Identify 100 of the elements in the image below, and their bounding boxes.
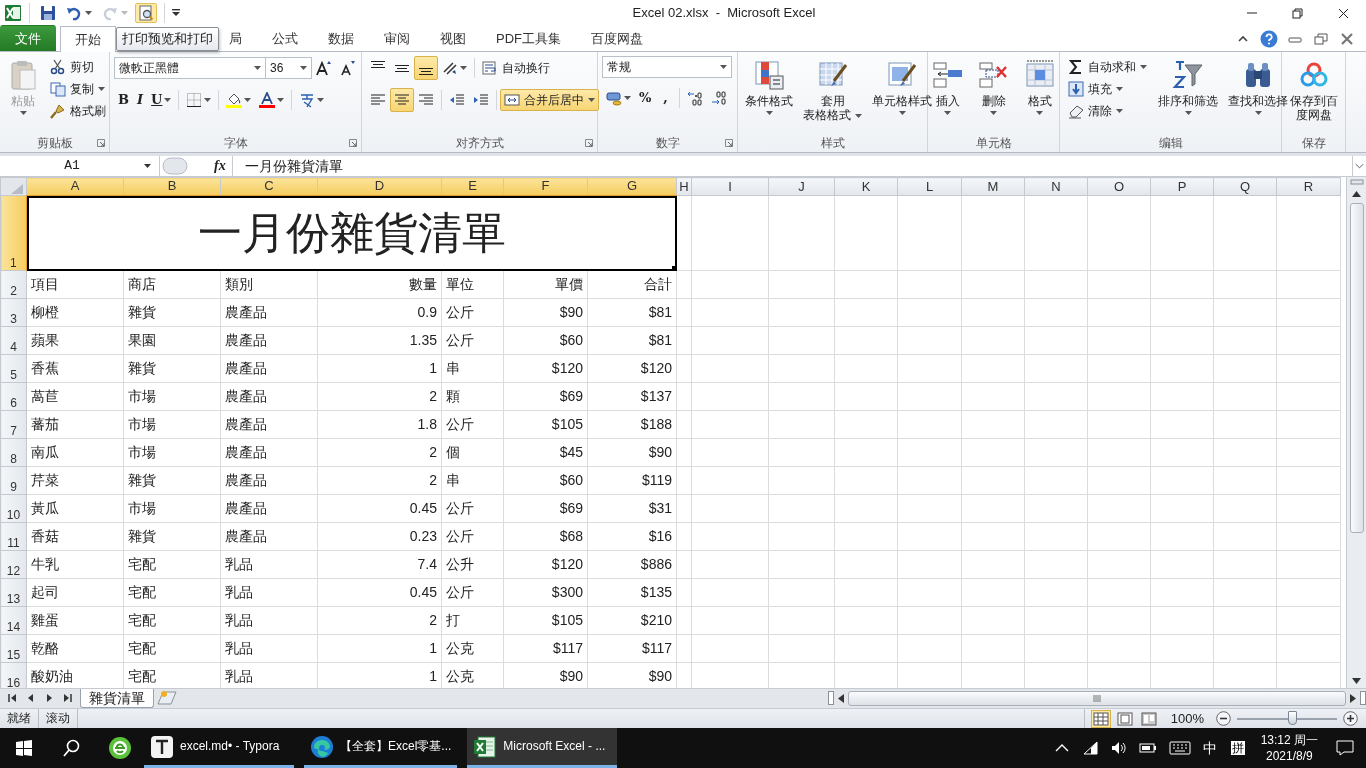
ribbon-tab[interactable]: 文件 (0, 25, 56, 51)
row-header[interactable]: 1 (0, 195, 27, 271)
ribbon-tab[interactable]: 开始 (60, 26, 116, 52)
fill-button[interactable]: 填充 (1064, 78, 1151, 100)
expand-formula-icon[interactable] (1352, 156, 1366, 176)
column-header[interactable]: F (503, 177, 588, 196)
row-header[interactable]: 11 (0, 522, 27, 551)
row-header[interactable]: 3 (0, 298, 27, 327)
sort-filter-button[interactable]: 排序和筛选 (1155, 56, 1221, 134)
scroll-right-icon[interactable] (1350, 693, 1356, 703)
ribbon-tab[interactable]: 数据 (313, 25, 369, 51)
number-format-field[interactable]: 常规 (602, 56, 732, 78)
merge-center-button[interactable]: 合并后居中 (500, 89, 599, 111)
row-header[interactable]: 4 (0, 326, 27, 355)
column-header[interactable]: L (897, 177, 962, 196)
vertical-scrollbar[interactable] (1346, 177, 1366, 688)
column-header[interactable]: O (1087, 177, 1151, 196)
dialog-launcher-icon[interactable] (585, 139, 593, 147)
speaker-icon[interactable] (1110, 741, 1127, 755)
format-as-table-button[interactable]: 套用 表格格式 (800, 56, 865, 134)
scroll-up-icon[interactable] (1352, 191, 1361, 197)
percent-button[interactable]: % (635, 86, 656, 110)
conditional-formatting-button[interactable]: 条件格式 (742, 56, 796, 134)
ribbon-tab[interactable]: 公式 (257, 25, 313, 51)
row-header[interactable]: 15 (0, 634, 27, 663)
cut-button[interactable]: 剪切 (46, 56, 110, 78)
cell-styles-button[interactable]: 单元格样式 (869, 56, 935, 134)
zoom-in-icon[interactable] (1343, 711, 1358, 726)
restore-icon[interactable] (1314, 32, 1328, 45)
notification-icon[interactable] (1336, 740, 1354, 756)
view-button[interactable] (1090, 709, 1111, 728)
row-header[interactable]: 16 (0, 662, 27, 688)
scroll-thumb[interactable] (1349, 203, 1364, 533)
view-button[interactable] (1138, 709, 1159, 728)
help-icon[interactable] (1260, 29, 1278, 48)
clock-date[interactable]: 2021/8/9 (1260, 748, 1318, 765)
ribbon-tab[interactable]: 视图 (425, 25, 481, 51)
ribbon-tab[interactable]: 局 (228, 25, 257, 51)
print-preview-button[interactable] (135, 3, 157, 23)
column-header[interactable]: N (1024, 177, 1088, 196)
horizontal-scrollbar[interactable] (828, 689, 1366, 707)
vertical-align-button[interactable] (414, 56, 438, 80)
zoom-out-icon[interactable] (1216, 711, 1231, 726)
dialog-launcher-icon[interactable] (97, 139, 105, 147)
column-header[interactable]: D (317, 177, 442, 196)
row-header[interactable]: 9 (0, 466, 27, 495)
column-header[interactable]: K (834, 177, 898, 196)
column-header[interactable]: B (123, 177, 221, 196)
row-header[interactable]: 7 (0, 410, 27, 439)
copy-button[interactable]: 复制 (46, 78, 110, 100)
next-sheet-icon[interactable] (44, 693, 54, 703)
row-header[interactable]: 12 (0, 550, 27, 579)
row-header[interactable]: 14 (0, 606, 27, 635)
column-header[interactable]: P (1150, 177, 1214, 196)
ribbon-tab[interactable]: 审阅 (369, 25, 425, 51)
font-size-field[interactable]: 36 (266, 57, 312, 79)
last-sheet-icon[interactable] (62, 693, 72, 703)
format-button[interactable]: 格式 (1020, 56, 1059, 134)
taskbar-app[interactable]: excel.md• - Typora (144, 728, 294, 768)
font-name-field[interactable]: 微軟正黑體 (114, 57, 266, 79)
column-header[interactable]: G (587, 177, 677, 196)
scroll-left-icon[interactable] (838, 693, 844, 703)
row-header[interactable]: 13 (0, 578, 27, 607)
column-header[interactable]: R (1276, 177, 1341, 196)
dialog-launcher-icon[interactable] (349, 139, 357, 147)
row-header[interactable]: 10 (0, 494, 27, 523)
bold-button[interactable]: B (114, 88, 133, 112)
input-mode-indicator[interactable]: 拼 (1230, 740, 1245, 756)
zoom-level[interactable]: 100% (1170, 710, 1204, 727)
taskbar-app[interactable]: Microsoft Excel - ... (467, 728, 618, 768)
dialog-launcher-icon[interactable] (725, 139, 733, 147)
formula-field[interactable]: 一月份雜貨清單 (231, 156, 1352, 176)
column-header[interactable]: C (220, 177, 318, 196)
column-header[interactable]: M (961, 177, 1025, 196)
input-method-indicator[interactable]: 中 (1196, 739, 1223, 757)
column-header[interactable]: J (768, 177, 835, 196)
network-icon[interactable] (1082, 741, 1099, 755)
customize-menu-icon[interactable] (172, 9, 180, 17)
row-header[interactable]: 8 (0, 438, 27, 467)
delete-button[interactable]: 删除 (974, 56, 1013, 134)
zoom-slider-thumb[interactable] (1288, 710, 1297, 725)
chevron-up-icon[interactable] (1054, 743, 1069, 753)
name-box[interactable]: A1 (0, 156, 160, 176)
first-sheet-icon[interactable] (8, 693, 18, 703)
battery-icon[interactable] (1138, 742, 1157, 754)
autosum-button[interactable]: 自动求和 (1064, 56, 1151, 78)
comma-style-button[interactable]: , (655, 86, 676, 110)
insert-function-button[interactable]: fx (208, 157, 232, 175)
underline-button[interactable]: U (147, 88, 176, 112)
clock-time[interactable]: 13:12 周一 (1260, 731, 1318, 748)
taskbar-app[interactable]: 【全套】Excel零基... (304, 728, 458, 768)
column-header[interactable]: Q (1213, 177, 1277, 196)
keyboard-icon[interactable] (1168, 741, 1191, 755)
column-header[interactable]: A (26, 177, 124, 196)
ribbon-tab[interactable]: 百度网盘 (576, 25, 658, 51)
row-header[interactable]: 2 (0, 270, 27, 299)
sheet-tab[interactable]: 雜貨清單 (80, 689, 154, 708)
previous-sheet-icon[interactable] (26, 693, 36, 703)
wrap-text-button[interactable]: 自动换行 (478, 57, 554, 79)
row-header[interactable]: 5 (0, 354, 27, 383)
